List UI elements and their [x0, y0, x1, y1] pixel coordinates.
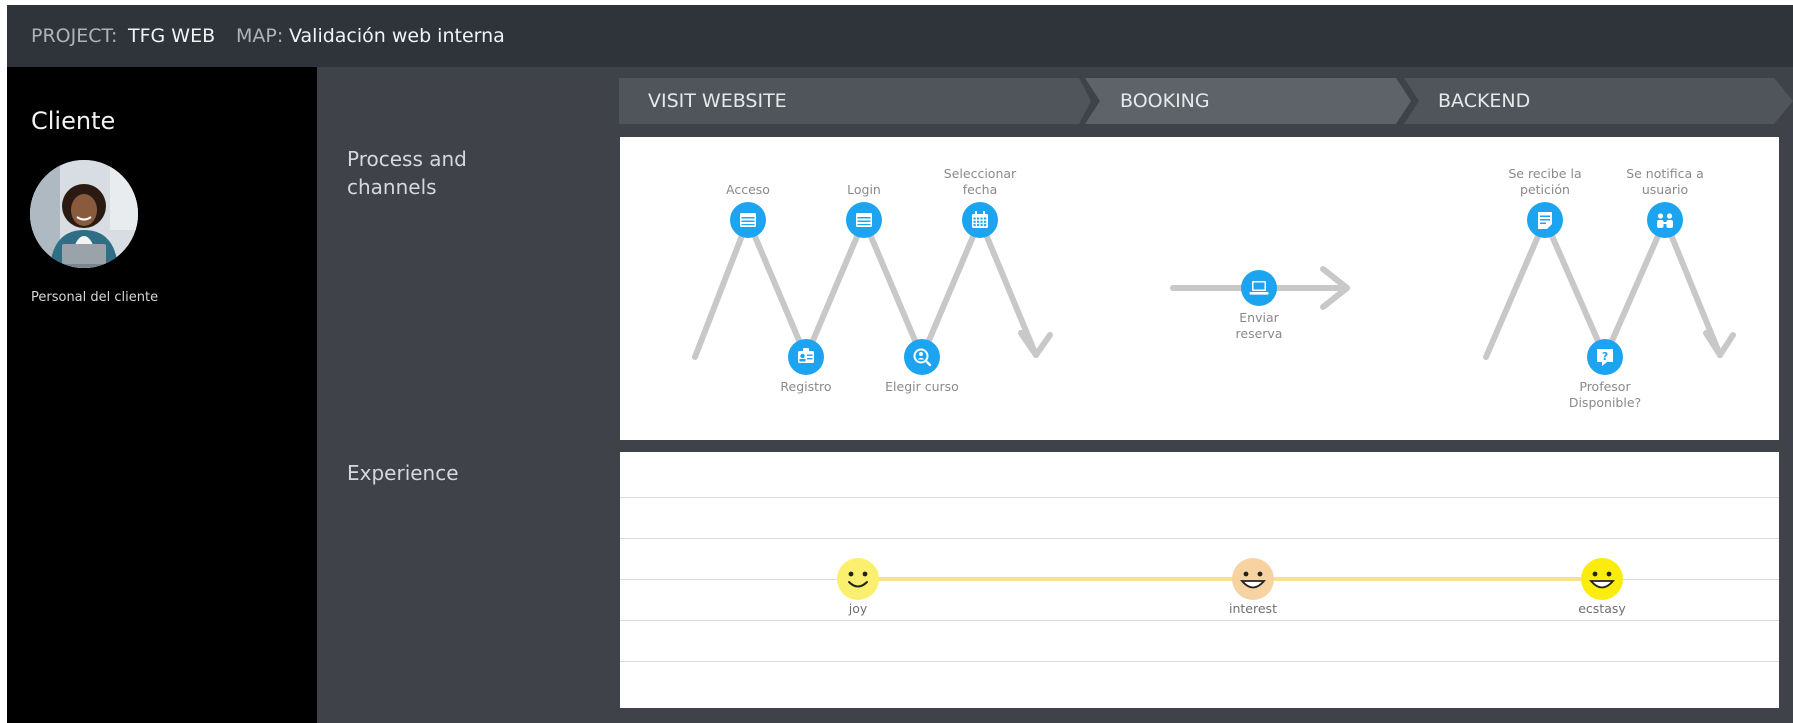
process-step[interactable]: Se recibe lapetición: [1508, 166, 1582, 238]
process-step-node[interactable]: [1647, 202, 1683, 238]
map-label: MAP:: [236, 25, 284, 47]
process-step[interactable]: Se notifica ausuario: [1626, 166, 1704, 238]
process-step[interactable]: ? ProfesorDisponible?: [1569, 339, 1641, 410]
process-step-label: petición: [1520, 182, 1570, 197]
stage-label-backend: BACKEND: [1438, 90, 1531, 112]
process-step-label: Disponible?: [1569, 395, 1641, 410]
persona-avatar[interactable]: [30, 160, 138, 268]
ecstasy-face-icon[interactable]: [1581, 558, 1623, 600]
stage-bar: VISIT WEBSITE BOOKING BACKEND: [619, 78, 1793, 124]
process-step-label: Enviar: [1239, 310, 1279, 325]
process-step-label: reserva: [1236, 326, 1283, 341]
process-step-label: Registro: [780, 379, 831, 394]
process-step[interactable]: Login: [846, 182, 882, 238]
emotion-point[interactable]: ecstasy: [1578, 558, 1626, 616]
svg-text:?: ?: [1602, 350, 1608, 363]
process-step-label: Se recibe la: [1508, 166, 1581, 181]
row-label-experience[interactable]: Experience: [347, 459, 537, 487]
browser-window-icon: [856, 213, 872, 227]
laptop-icon: [1249, 281, 1269, 295]
process-step-label: Acceso: [726, 182, 770, 197]
row-label-process[interactable]: Process and channels: [347, 145, 537, 201]
process-step-node[interactable]: [904, 339, 940, 375]
avatar-illustration: [30, 160, 138, 268]
emotion-point[interactable]: interest: [1229, 558, 1277, 616]
experience-curve: joy interest ecstasy: [837, 558, 1626, 616]
persona-subtitle[interactable]: Personal del cliente: [31, 290, 158, 305]
persona-sidebar: Cliente Personal del cliente: [7, 67, 317, 723]
emotion-label: ecstasy: [1578, 601, 1626, 616]
zigzag-visit: [692, 217, 1039, 360]
process-step[interactable]: Enviarreserva: [1236, 270, 1283, 341]
emotion-label: joy: [848, 601, 868, 616]
process-step-label: Seleccionar: [944, 166, 1017, 181]
emotion-label: interest: [1229, 601, 1277, 616]
process-step-label: Se notifica a: [1626, 166, 1704, 181]
process-step-label: Login: [847, 182, 881, 197]
process-step[interactable]: Registro: [780, 339, 832, 394]
project-label: PROJECT:: [31, 25, 118, 47]
process-panel: Acceso Registro Login Elegir curso Seleccion…: [620, 137, 1779, 440]
process-diagram: Acceso Registro Login Elegir curso Seleccion…: [692, 166, 1736, 410]
map-name[interactable]: Validación web interna: [289, 5, 505, 67]
process-step-label: Profesor: [1579, 379, 1631, 394]
browser-window-icon: [740, 213, 756, 227]
process-step[interactable]: Acceso: [726, 182, 770, 238]
stage-label-booking: BOOKING: [1120, 90, 1210, 112]
emotion-point[interactable]: joy: [837, 558, 879, 616]
journey-map-frame: PROJECT: TFG WEB MAP: Validación web int…: [7, 5, 1793, 723]
process-step-label: Elegir curso: [885, 379, 959, 394]
zigzag-backend-arrowhead: [1703, 330, 1736, 358]
process-step[interactable]: Elegir curso: [885, 339, 959, 394]
process-step[interactable]: Seleccionarfecha: [944, 166, 1017, 238]
experience-nodes: joy interest ecstasy: [837, 558, 1626, 616]
process-zigzag-connectors: [692, 217, 1736, 360]
project-name[interactable]: TFG WEB: [128, 5, 215, 67]
persona-title[interactable]: Cliente: [31, 107, 115, 135]
top-bar: PROJECT: TFG WEB MAP: Validación web int…: [7, 5, 1793, 67]
process-step-label: usuario: [1642, 182, 1688, 197]
zigzag-visit-arrowhead: [1018, 330, 1053, 358]
joy-face-icon[interactable]: [837, 558, 879, 600]
experience-panel: joy interest ecstasy: [620, 452, 1779, 708]
stage-label-visit: VISIT WEBSITE: [648, 90, 787, 112]
process-step-label: fecha: [963, 182, 998, 197]
interest-face-icon[interactable]: [1232, 558, 1274, 600]
zigzag-backend: [1483, 217, 1723, 360]
